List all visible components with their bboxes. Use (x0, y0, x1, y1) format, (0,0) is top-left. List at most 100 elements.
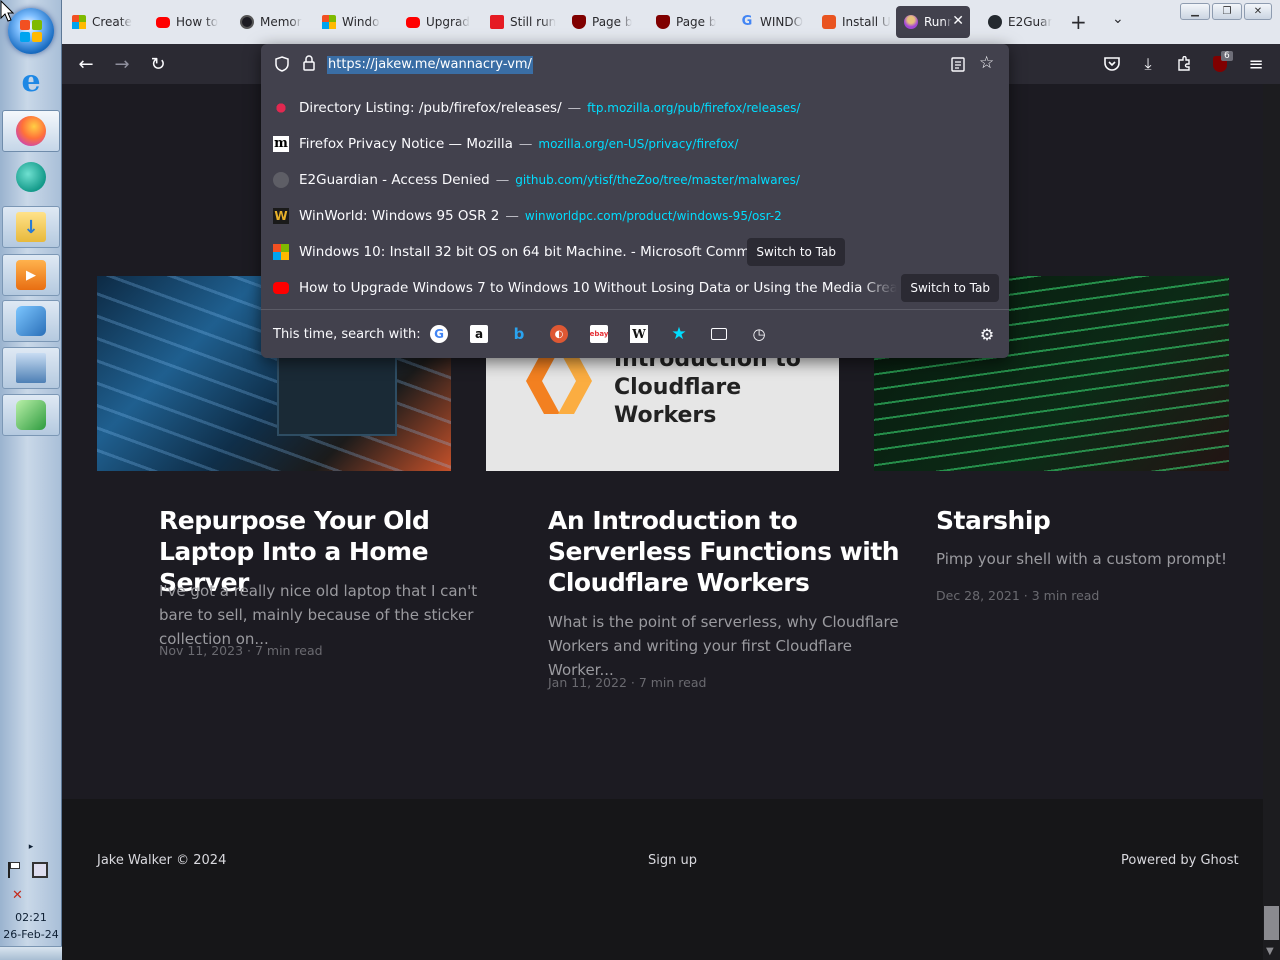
suggestion-row[interactable]: Directory Listing: /pub/firefox/releases… (261, 90, 1009, 126)
hamburger-menu-icon[interactable]: ≡ (1244, 52, 1268, 76)
taskbar-explorer[interactable]: ↓ (2, 206, 60, 248)
clock-date[interactable]: 26-Feb-24 (0, 928, 62, 941)
minimize-button[interactable]: ▁ (1180, 3, 1210, 20)
back-arrow-icon[interactable]: ← (74, 52, 98, 76)
switch-to-tab-button[interactable]: Switch to Tab (747, 238, 845, 266)
url-input[interactable]: https://jakew.me/wannacry-vm/ (327, 56, 533, 74)
urlbar[interactable]: https://jakew.me/wannacry-vm/ ☆ (261, 44, 1009, 84)
suggestion-row[interactable]: How to Upgrade Windows 7 to Windows 10 W… (261, 270, 1009, 306)
bing-icon[interactable]: b (510, 325, 528, 343)
taskbar-remote-desktop[interactable] (2, 347, 60, 389)
mozilla-icon: m (273, 136, 289, 152)
switch-to-tab-button[interactable]: Switch to Tab (901, 274, 999, 302)
lock-icon[interactable] (303, 55, 315, 71)
taskbar-media-player[interactable]: ▶ (2, 254, 60, 296)
windows-taskbar: e ↓ ▶ ▸ ✕ 02:21 26-Feb-24 (0, 0, 62, 960)
close-window-button[interactable]: ✕ (1244, 3, 1272, 20)
show-desktop-button[interactable] (0, 946, 62, 960)
taskbar-windows-update[interactable] (2, 300, 60, 342)
restore-button[interactable]: ❐ (1212, 3, 1242, 20)
tab-6[interactable]: Page b (564, 6, 644, 38)
taskbar-app-bird[interactable] (2, 156, 60, 198)
suggestion-row[interactable]: m Firefox Privacy Notice — Mozilla — moz… (261, 126, 1009, 162)
tab-5[interactable]: Still run (482, 6, 562, 38)
search-settings-gear-icon[interactable]: ⚙ (978, 325, 996, 344)
taskbar-setup[interactable] (2, 394, 60, 436)
tracking-protection-shield-icon[interactable] (275, 56, 289, 72)
search-with-label: This time, search with: (273, 326, 421, 342)
footer-signup-link[interactable]: Sign up (648, 853, 697, 868)
tabs-icon[interactable] (710, 325, 728, 343)
scrollbar-thumb[interactable] (1264, 906, 1279, 940)
taskbar-internet-explorer[interactable]: e (2, 60, 60, 102)
reader-view-icon[interactable] (951, 57, 965, 72)
tab-2[interactable]: Memor (232, 6, 312, 38)
suggestion-row[interactable]: W WinWorld: Windows 95 OSR 2 — winworldp… (261, 198, 1009, 234)
tab-4[interactable]: Upgrad (398, 6, 478, 38)
volume-muted-icon[interactable]: ✕ (0, 888, 62, 903)
page-scrollbar[interactable]: ▼ (1263, 84, 1280, 960)
post-title[interactable]: Starship (936, 505, 1280, 536)
tab-9[interactable]: Install U (814, 6, 894, 38)
microsoft-icon (273, 244, 289, 260)
tray-expand-icon[interactable]: ▸ (0, 842, 62, 852)
amazon-icon[interactable]: a (470, 325, 488, 343)
tab-label: Upgrad (426, 15, 470, 29)
tab-1[interactable]: How to (148, 6, 228, 38)
folder-icon: ↓ (16, 212, 46, 242)
tab-0[interactable]: Create (64, 6, 144, 38)
tab-11[interactable]: E2Guar (980, 6, 1060, 38)
pocket-icon[interactable] (1100, 52, 1124, 76)
ghost-icon (904, 15, 918, 29)
suggestion-url: github.com/ytisf/theZoo/tree/master/malw… (515, 173, 800, 187)
reload-icon[interactable]: ↻ (146, 52, 170, 76)
tab-8[interactable]: G WINDO (732, 6, 812, 38)
bookmarks-star-icon[interactable]: ★ (670, 324, 688, 344)
tab-7[interactable]: Page b (648, 6, 728, 38)
list-all-tabs-chevron-icon[interactable]: ⌄ (1112, 11, 1124, 27)
google-icon: G (741, 14, 753, 29)
forward-arrow-icon[interactable]: → (110, 52, 134, 76)
google-icon[interactable]: G (430, 325, 448, 343)
footer-copyright: Jake Walker © 2024 (97, 853, 227, 868)
c-logo-icon (490, 15, 504, 29)
tab-label: WINDO (760, 15, 804, 29)
suggestion-title: Windows 10: Install 32 bit OS on 64 bit … (299, 244, 784, 260)
extensions-puzzle-icon[interactable] (1172, 52, 1196, 76)
action-center-flag-icon[interactable] (8, 862, 24, 878)
network-icon[interactable] (32, 862, 48, 878)
suggestion-url: winworldpc.com/product/windows-95/osr-2 (524, 209, 782, 223)
post-excerpt: Pimp your shell with a custom prompt! (936, 550, 1228, 568)
bookmark-star-icon[interactable]: ☆ (979, 53, 994, 73)
suggestion-row[interactable]: Windows 10: Install 32 bit OS on 64 bit … (261, 234, 1009, 270)
suggestion-separator: — (518, 136, 533, 152)
tab-label: Install U (842, 15, 891, 29)
youtube-icon (273, 282, 289, 294)
new-tab-plus-icon[interactable]: + (1070, 10, 1087, 34)
post-date: Dec 28, 2021 (936, 588, 1020, 603)
taskbar-firefox[interactable] (2, 110, 60, 152)
tab-label: Page b (676, 15, 717, 29)
clock-time[interactable]: 02:21 (0, 911, 62, 924)
close-tab-icon[interactable]: ✕ (952, 13, 964, 29)
wikipedia-icon[interactable]: W (630, 325, 648, 343)
firefox-bug-icon (273, 100, 289, 116)
ebay-icon[interactable]: ebay (590, 325, 608, 343)
start-button[interactable] (8, 8, 54, 54)
ubuntu-icon (822, 15, 836, 29)
tab-10-active[interactable]: Runn ✕ (896, 6, 970, 38)
scroll-down-arrow-icon[interactable]: ▼ (1266, 946, 1274, 957)
tab-3[interactable]: Windo (314, 6, 394, 38)
post-read-time: 7 min read (254, 643, 323, 658)
suggestion-separator: — (495, 172, 510, 188)
history-icon[interactable]: ◷ (750, 325, 768, 343)
downloads-icon[interactable]: ⤓ (1136, 52, 1160, 76)
post-excerpt: I've got a really nice old laptop that I… (159, 582, 478, 648)
post-title[interactable]: An Introduction to Serverless Functions … (548, 505, 908, 598)
ublock-origin-icon[interactable]: 6 (1208, 51, 1233, 76)
installer-icon (16, 400, 46, 430)
post-meta: Dec 28, 2021 · 3 min read (936, 588, 1100, 603)
footer-powered-by-link[interactable]: Powered by Ghost (1121, 853, 1239, 868)
duckduckgo-icon[interactable]: ◐ (550, 325, 568, 343)
suggestion-row[interactable]: E2Guardian - Access Denied — github.com/… (261, 162, 1009, 198)
